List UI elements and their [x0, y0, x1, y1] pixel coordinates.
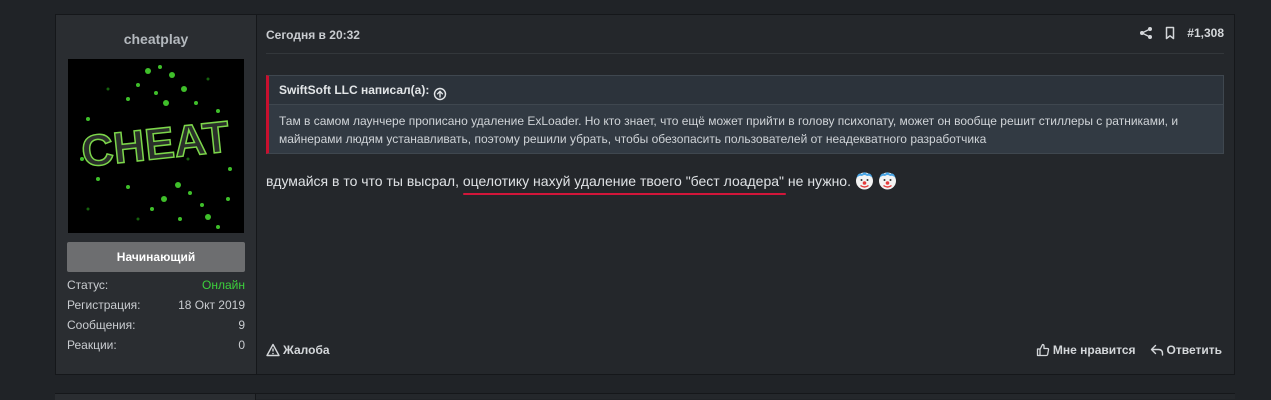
reply-button[interactable]: Ответить: [1150, 343, 1222, 357]
message-underlined-text: оцелотику нахуй удаление твоего "бест ло…: [462, 173, 785, 189]
arrow-up-circle-icon[interactable]: [433, 83, 447, 101]
stat-value-status: Онлайн: [202, 278, 245, 292]
reply-icon: [1150, 343, 1164, 357]
stat-value-messages[interactable]: 9: [238, 317, 245, 337]
post-number-link[interactable]: #1,308: [1187, 26, 1224, 40]
next-post-sidebar-edge: [55, 394, 256, 400]
stat-row-registration: Регистрация: 18 Окт 2019: [67, 297, 245, 317]
user-sidebar: cheatplay CHEAT Начинающий Статус: Онлай…: [56, 15, 257, 374]
quote-text: Там в самом лаунчере прописано удаление …: [279, 114, 1179, 146]
post-main: Сегодня в 20:32 #1,308 SwiftSoft LLC нап…: [256, 15, 1234, 374]
footer-actions: Мне нравится Ответить: [1036, 343, 1222, 357]
user-rank-badge: Начинающий: [67, 242, 245, 272]
post-header: Сегодня в 20:32 #1,308: [266, 15, 1224, 54]
forum-post: cheatplay CHEAT Начинающий Статус: Онлай…: [55, 14, 1235, 375]
stat-value-reactions: 0: [238, 338, 245, 352]
stat-row-status: Статус: Онлайн: [67, 277, 245, 297]
stat-value-registration: 18 Окт 2019: [178, 298, 245, 312]
message-text: вдумайся в то что ты высрал,: [266, 173, 463, 189]
post-message: вдумайся в то что ты высрал, оцелотику н…: [266, 171, 897, 190]
report-label[interactable]: Жалоба: [283, 343, 330, 357]
quote-block: SwiftSoft LLC написал(а): Там в самом ла…: [266, 75, 1224, 154]
post-date[interactable]: Сегодня в 20:32: [266, 28, 360, 42]
thumbs-up-icon: [1036, 343, 1050, 357]
stat-row-messages: Сообщения: 9: [67, 317, 245, 337]
stat-label: Регистрация:: [67, 298, 141, 312]
stat-label: Реакции:: [67, 338, 117, 352]
quote-author[interactable]: SwiftSoft LLC написал(а):: [279, 76, 429, 104]
message-text-end: не нужно.: [784, 173, 851, 189]
post-footer: Жалоба Мне нравится Ответить: [266, 343, 1222, 363]
stat-row-reactions: Реакции: 0: [67, 337, 245, 357]
report-button[interactable]: Жалоба: [266, 343, 330, 357]
stat-label: Статус:: [67, 278, 109, 292]
share-icon[interactable]: [1139, 26, 1153, 40]
post-header-actions: #1,308: [1139, 26, 1224, 40]
avatar[interactable]: CHEAT: [68, 59, 244, 233]
next-post-edge: [55, 393, 1235, 400]
like-label[interactable]: Мне нравится: [1053, 343, 1136, 357]
quote-header[interactable]: SwiftSoft LLC написал(а):: [269, 76, 1223, 105]
warning-icon: [266, 343, 280, 357]
like-button[interactable]: Мне нравится: [1036, 343, 1136, 357]
stat-label: Сообщения:: [67, 318, 136, 332]
clown-emoji-icon: [855, 171, 874, 190]
user-stats: Статус: Онлайн Регистрация: 18 Окт 2019 …: [67, 277, 245, 357]
username[interactable]: cheatplay: [56, 31, 256, 47]
reply-label[interactable]: Ответить: [1167, 343, 1222, 357]
bookmark-icon[interactable]: [1163, 26, 1177, 40]
clown-emoji-icon: [878, 171, 897, 190]
